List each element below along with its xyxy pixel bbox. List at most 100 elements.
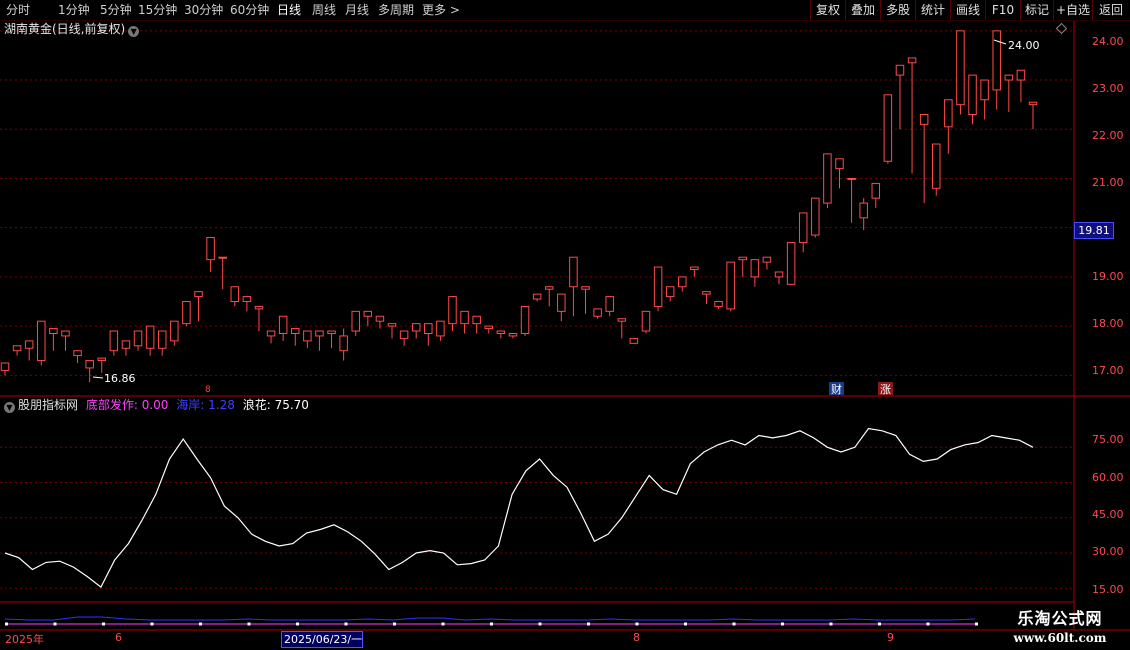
signal-dot xyxy=(344,622,348,626)
signal-dot xyxy=(975,622,978,626)
wave-value: 75.70 xyxy=(274,398,309,412)
candle-body-up xyxy=(1016,69,1026,81)
price-annotations: 24.00 16.86 财 涨 8 xyxy=(92,22,1068,396)
candle-body-up xyxy=(170,320,179,342)
candle-body-up xyxy=(532,293,542,300)
candle-body-up xyxy=(811,197,820,236)
indicator-menu-icon[interactable]: ▼ xyxy=(4,402,15,413)
candle-body-up xyxy=(520,305,530,334)
date-axis: 2025年 6 8 9 xyxy=(0,630,1074,648)
price-tick: 17.00 xyxy=(1092,364,1124,377)
indicator-header[interactable]: ▼ 股朋指标网 底部发作: 0.00 海岸: 1.28 浪花: 75.70 xyxy=(4,398,309,413)
wave-label: 浪花: xyxy=(242,398,271,412)
chart-title[interactable]: 湖南黄金(日线,前复权) ▼ xyxy=(4,21,140,37)
watermark: 乐淘公式网 www.60lt.com xyxy=(990,608,1130,650)
candle-body-up xyxy=(182,301,191,325)
bottom-signal-value: 0.00 xyxy=(141,398,169,412)
small-event-marker: 8 xyxy=(205,385,211,395)
candle-body-up xyxy=(315,330,324,337)
signal-dot xyxy=(199,622,202,626)
candle-body-up xyxy=(847,177,856,180)
signal-dot xyxy=(781,622,784,626)
current-price-badge: 19.81 xyxy=(1074,222,1114,239)
candle-body-up xyxy=(303,330,312,342)
indicator-tick: 15.00 xyxy=(1092,583,1124,596)
signal-dot xyxy=(587,622,590,626)
candle-body-up xyxy=(109,330,119,352)
candle-body-up xyxy=(859,202,868,219)
candle-body-up xyxy=(678,276,687,288)
price-tick: 18.00 xyxy=(1092,317,1124,330)
coast-label: 海岸: xyxy=(176,398,205,412)
price-axis: 24.00 23.00 22.00 21.00 19.00 18.00 17.0… xyxy=(1092,35,1124,377)
signal-dot xyxy=(5,622,8,626)
indicator-tick: 60.00 xyxy=(1092,471,1124,484)
candle-body-up xyxy=(956,30,965,106)
candle-body-up xyxy=(944,99,953,128)
wave-indicator-line xyxy=(4,427,1034,589)
date-label-year: 2025年 xyxy=(5,633,44,646)
candle-body-up xyxy=(436,320,445,337)
candle-body-up xyxy=(557,293,566,312)
signal-dot xyxy=(878,622,881,626)
candle-body-up xyxy=(750,259,760,278)
candle-body-up xyxy=(12,345,22,352)
candle-body-up xyxy=(133,330,143,347)
candle-body-up xyxy=(1028,101,1038,106)
price-tick: 24.00 xyxy=(1092,35,1124,48)
candle-body-up xyxy=(738,256,747,261)
candlestick-series xyxy=(0,30,1038,383)
candle-body-up xyxy=(726,261,735,310)
candle-body-up xyxy=(375,315,385,322)
candle-body-up xyxy=(278,315,288,334)
candle-body-up xyxy=(617,318,627,322)
candle-body-up xyxy=(641,310,651,332)
candle-body-up xyxy=(472,315,481,325)
candle-body-up xyxy=(399,330,409,339)
candle-body-up xyxy=(883,94,893,162)
rise-event-label: 涨 xyxy=(880,383,891,396)
signal-dot xyxy=(150,622,154,626)
date-cursor-label: 2025/06/23/一 xyxy=(281,631,363,648)
signal-dot xyxy=(247,622,251,626)
candle-body-up xyxy=(242,296,252,303)
candle-body-up xyxy=(24,340,34,349)
candle-body-up xyxy=(798,212,808,243)
candle-body-up xyxy=(702,291,711,295)
candle-body-up xyxy=(85,360,94,369)
indicator-axis: 75.00 60.00 45.00 30.00 15.00 xyxy=(1092,433,1124,596)
date-label-june: 6 xyxy=(115,631,122,644)
signal-dot xyxy=(53,622,57,626)
coast-line-panel xyxy=(4,616,978,626)
candle-body-up xyxy=(194,291,203,298)
candle-body-up xyxy=(931,143,941,189)
chevron-down-icon[interactable]: ▼ xyxy=(128,26,140,37)
signal-dot xyxy=(635,622,639,626)
candle-body-up xyxy=(665,286,675,298)
candle-body-up xyxy=(424,323,433,334)
candle-body-up xyxy=(605,296,614,312)
candle-body-up xyxy=(714,301,723,307)
candle-body-up xyxy=(980,79,989,101)
candle-body-up xyxy=(0,362,10,371)
candle-body-up xyxy=(496,330,506,334)
candle-body-up xyxy=(992,30,1001,91)
candle-body-up xyxy=(351,310,360,332)
candle-body-up xyxy=(157,330,167,349)
candle-body-up xyxy=(218,256,227,259)
diamond-icon[interactable] xyxy=(1055,22,1068,35)
candle-body-up xyxy=(61,330,70,337)
signal-dot xyxy=(296,622,299,626)
candle-body-up xyxy=(835,158,844,170)
watermark-url: www.60lt.com xyxy=(1013,631,1107,645)
candle-body-up xyxy=(73,350,82,357)
signal-dot xyxy=(926,622,930,626)
high-price-label: 24.00 xyxy=(1008,39,1040,52)
candle-body-up xyxy=(593,308,602,317)
grid-lines xyxy=(0,30,1074,589)
candle-body-up xyxy=(291,328,300,334)
signal-dot xyxy=(684,622,687,626)
signal-dot xyxy=(393,622,396,626)
price-tick: 22.00 xyxy=(1092,129,1124,142)
kline-chart[interactable]: 24.00 16.86 财 涨 8 24.00 23.00 22.00 21.0… xyxy=(0,0,1130,650)
